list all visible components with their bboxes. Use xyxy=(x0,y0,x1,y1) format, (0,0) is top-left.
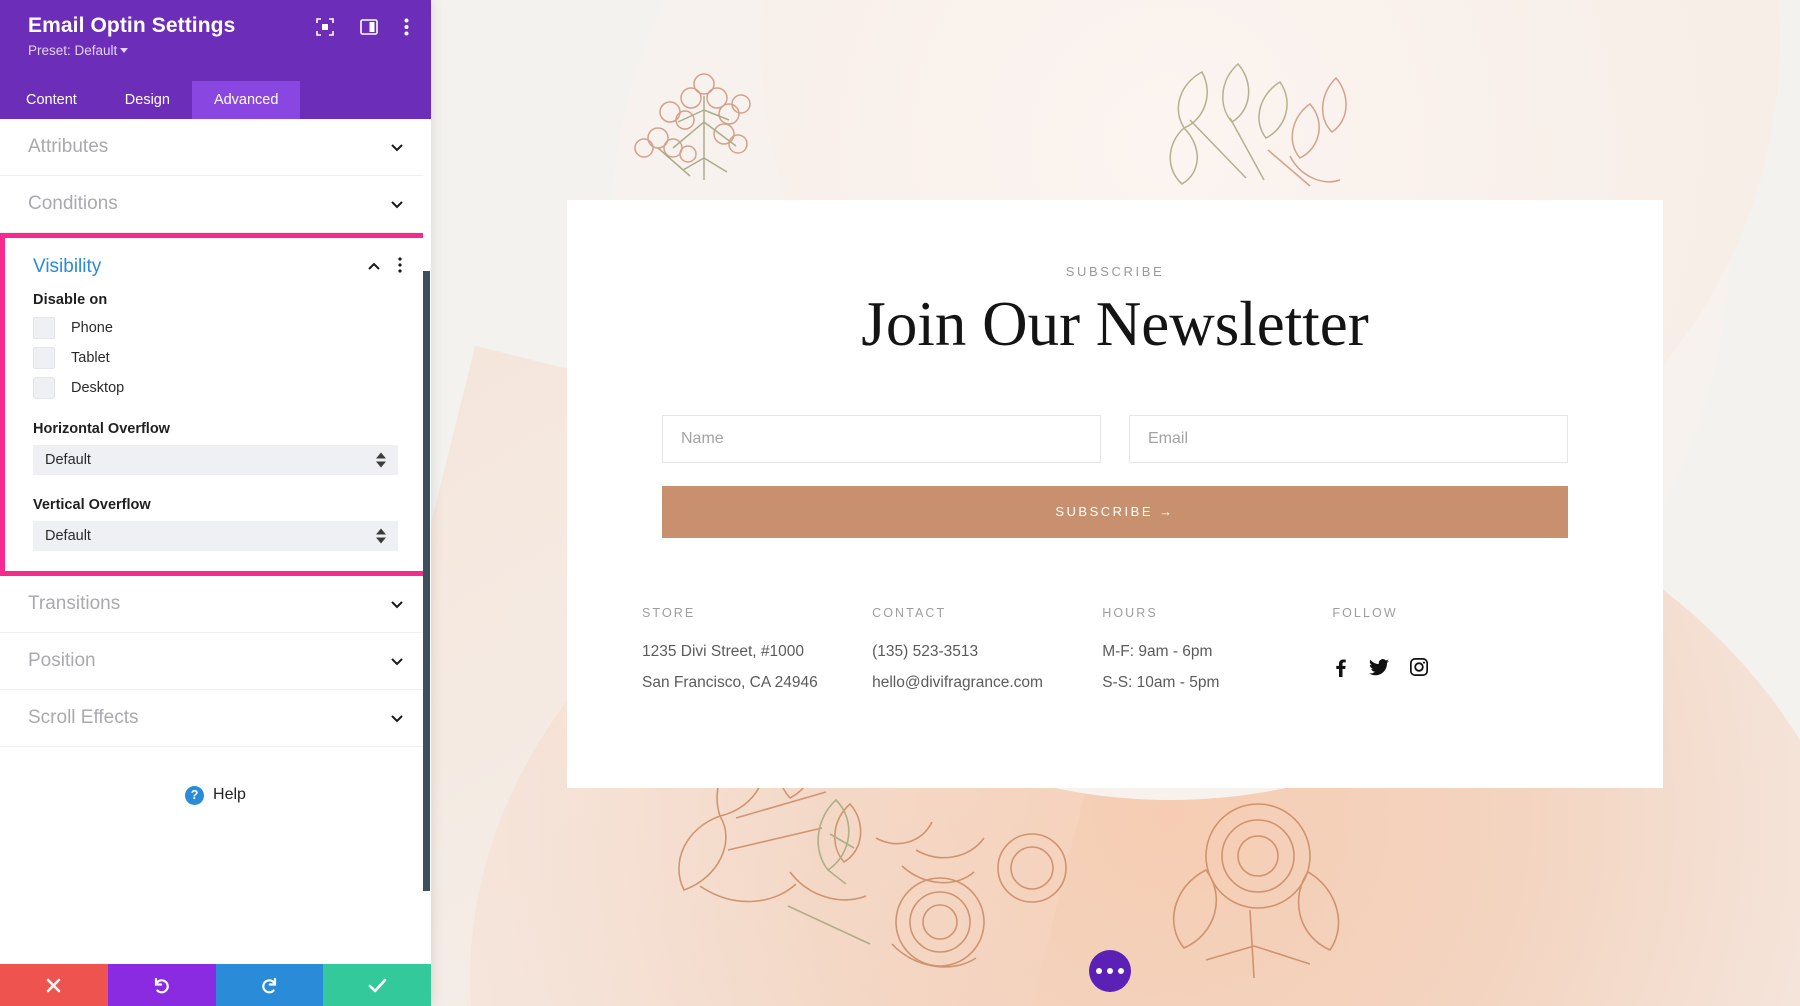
more-horizontal-icon xyxy=(1096,968,1102,974)
footer-line: San Francisco, CA 24946 xyxy=(642,674,818,692)
footer-line: hello@divifragrance.com xyxy=(872,674,1043,692)
settings-scroll-area: Attributes Conditions Visibility Disable… xyxy=(0,119,431,964)
section-position[interactable]: Position xyxy=(0,633,431,690)
select-value: Default xyxy=(45,528,91,544)
preset-selector[interactable]: Preset: Default xyxy=(28,43,411,58)
save-button[interactable] xyxy=(323,964,431,1006)
checkbox-desktop[interactable] xyxy=(33,377,55,399)
section-label: Visibility xyxy=(33,256,102,277)
disable-on-label: Disable on xyxy=(33,292,108,308)
page-settings-fab[interactable] xyxy=(1089,950,1131,992)
more-horizontal-icon xyxy=(1107,968,1113,974)
section-label: Scroll Effects xyxy=(28,707,139,728)
chevron-down-icon xyxy=(389,196,405,212)
footer-column-follow: FOLLOW xyxy=(1332,606,1482,706)
more-horizontal-icon xyxy=(1118,968,1124,974)
social-links xyxy=(1332,642,1482,677)
section-scroll-effects[interactable]: Scroll Effects xyxy=(0,690,431,747)
tab-content[interactable]: Content xyxy=(0,81,103,119)
instagram-icon[interactable] xyxy=(1410,657,1429,677)
subscribe-button[interactable]: SUBSCRIBE → xyxy=(662,485,1568,538)
name-input[interactable] xyxy=(662,414,1101,463)
section-conditions[interactable]: Conditions xyxy=(0,176,431,233)
tab-design[interactable]: Design xyxy=(103,81,192,119)
module-settings-sidebar: Email Optin Settings Preset: Default Con… xyxy=(0,0,431,1006)
section-visibility-highlight: Visibility Disable on Phone Tablet Deskt… xyxy=(0,233,431,576)
visibility-header[interactable]: Visibility xyxy=(5,238,426,284)
optin-footer-columns: STORE 1235 Divi Street, #1000 San Franci… xyxy=(642,606,1482,706)
checkbox-phone[interactable] xyxy=(33,317,55,339)
footer-heading: HOURS xyxy=(1102,605,1158,620)
vertical-overflow-label: Vertical Overflow xyxy=(33,497,151,513)
help-link[interactable]: ? Help xyxy=(0,747,431,843)
undo-button[interactable] xyxy=(107,964,216,1006)
select-value: Default xyxy=(45,452,91,468)
section-label: Transitions xyxy=(28,593,121,614)
more-vertical-icon[interactable] xyxy=(398,256,402,278)
section-visibility: Visibility Disable on Phone Tablet Deskt… xyxy=(5,238,426,571)
footer-heading: FOLLOW xyxy=(1332,605,1398,620)
check-icon xyxy=(368,978,387,993)
sidebar-action-bar xyxy=(0,964,431,1006)
cancel-button[interactable] xyxy=(0,964,108,1006)
help-icon: ? xyxy=(185,785,205,805)
section-label: Attributes xyxy=(28,136,109,157)
checkbox-label: Phone xyxy=(71,320,113,336)
footer-column-contact: CONTACT (135) 523-3513 hello@divifragran… xyxy=(872,606,1102,706)
email-input[interactable] xyxy=(1129,414,1568,463)
footer-line: 1235 Divi Street, #1000 xyxy=(642,642,804,660)
horizontal-overflow-label: Horizontal Overflow xyxy=(33,421,170,437)
horizontal-overflow-select[interactable]: Default xyxy=(33,445,398,475)
scrollbar-thumb[interactable] xyxy=(423,271,430,891)
optin-form-row xyxy=(662,414,1568,463)
checkbox-label: Tablet xyxy=(71,350,110,366)
stepper-arrows-icon xyxy=(376,528,386,544)
footer-line: S-S: 10am - 5pm xyxy=(1102,674,1220,692)
help-label: Help xyxy=(213,786,246,803)
chevron-down-icon xyxy=(389,139,405,155)
footer-line: (135) 523-3513 xyxy=(872,642,979,660)
footer-heading: STORE xyxy=(642,605,696,620)
checkbox-row-tablet: Tablet xyxy=(33,347,398,369)
settings-tabs: Content Design Advanced xyxy=(0,81,431,119)
close-icon xyxy=(45,977,62,994)
more-vertical-icon[interactable] xyxy=(404,18,409,36)
chevron-up-icon[interactable] xyxy=(366,259,382,275)
header-icon-group xyxy=(316,18,409,36)
stepper-arrows-icon xyxy=(376,452,386,468)
visibility-body: Disable on Phone Tablet Desktop Horizont… xyxy=(5,284,426,551)
vertical-overflow-select[interactable]: Default xyxy=(33,521,398,551)
footer-heading: CONTACT xyxy=(872,605,947,620)
section-label: Conditions xyxy=(28,193,118,214)
chevron-down-icon xyxy=(389,596,405,612)
checkbox-label: Desktop xyxy=(71,380,125,396)
section-label: Position xyxy=(28,650,96,671)
panel-layout-icon[interactable] xyxy=(360,19,378,35)
divi-builder-screen: SUBSCRIBE Join Our Newsletter SUBSCRIBE … xyxy=(0,0,1800,1006)
sidebar-header: Email Optin Settings Preset: Default xyxy=(0,0,431,81)
chevron-down-icon xyxy=(389,653,405,669)
sidebar-scrollbar[interactable] xyxy=(423,119,431,964)
tab-advanced[interactable]: Advanced xyxy=(191,81,301,119)
section-transitions[interactable]: Transitions xyxy=(0,576,431,633)
footer-line: M-F: 9am - 6pm xyxy=(1102,642,1213,660)
chevron-down-icon xyxy=(120,48,129,53)
redo-icon xyxy=(260,976,279,995)
focus-target-icon[interactable] xyxy=(316,18,334,36)
section-attributes[interactable]: Attributes xyxy=(0,119,431,176)
checkbox-row-phone: Phone xyxy=(33,317,398,339)
optin-headline: Join Our Newsletter xyxy=(861,289,1369,359)
optin-eyebrow: SUBSCRIBE xyxy=(1065,264,1165,279)
twitter-icon[interactable] xyxy=(1369,658,1390,677)
footer-column-hours: HOURS M-F: 9am - 6pm S-S: 10am - 5pm xyxy=(1102,606,1332,706)
footer-column-store: STORE 1235 Divi Street, #1000 San Franci… xyxy=(642,606,872,706)
checkbox-row-desktop: Desktop xyxy=(33,377,398,399)
email-optin-module[interactable]: SUBSCRIBE Join Our Newsletter SUBSCRIBE … xyxy=(567,200,1663,788)
preset-label: Preset: Default xyxy=(28,43,118,58)
checkbox-tablet[interactable] xyxy=(33,347,55,369)
chevron-down-icon xyxy=(389,710,405,726)
undo-icon xyxy=(152,976,171,995)
redo-button[interactable] xyxy=(215,964,324,1006)
facebook-icon[interactable] xyxy=(1332,658,1348,677)
